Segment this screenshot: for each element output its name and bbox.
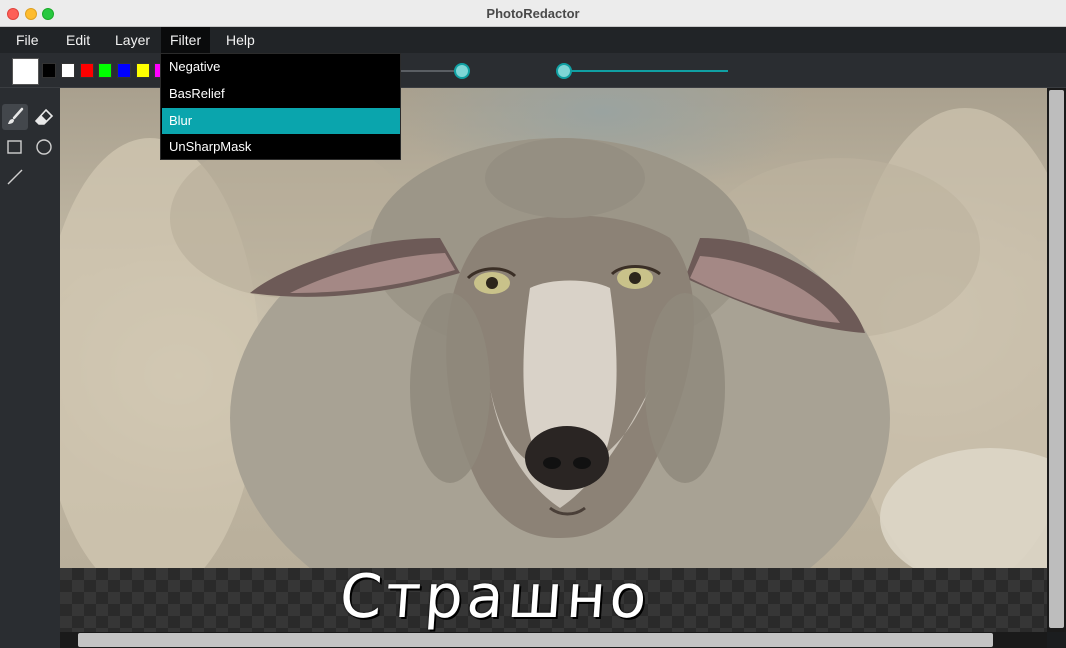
- brush-icon: [8, 107, 24, 124]
- horizontal-scrollbar[interactable]: [60, 632, 1047, 648]
- menu-filter[interactable]: Filter: [161, 27, 211, 53]
- color-swatch-green[interactable]: [98, 63, 112, 78]
- color-swatch-blue[interactable]: [117, 63, 131, 78]
- opacity-slider-track: [566, 70, 728, 72]
- window-title: PhotoRedactor: [486, 6, 580, 21]
- rectangle-icon: [7, 140, 22, 154]
- image-canvas[interactable]: Страшно: [60, 88, 1047, 632]
- menu-bar: File Edit Layer Filter Help: [0, 27, 1066, 53]
- filter-basrelief-item[interactable]: BasRelief: [162, 81, 400, 107]
- horizontal-scrollbar-thumb[interactable]: [78, 633, 993, 647]
- brush-size-slider-handle[interactable]: [454, 63, 470, 79]
- ellipse-icon: [36, 139, 52, 155]
- line-tool[interactable]: [2, 164, 28, 190]
- ellipse-tool[interactable]: [31, 134, 57, 160]
- color-swatch-yellow[interactable]: [136, 63, 150, 78]
- tools-panel: [0, 88, 60, 648]
- eraser-icon: [34, 108, 54, 125]
- title-bar: PhotoRedactor: [0, 0, 1066, 27]
- color-swatch-red[interactable]: [80, 63, 94, 78]
- line-icon: [7, 169, 23, 185]
- filter-blur-item[interactable]: Blur: [162, 108, 400, 134]
- current-color-swatch[interactable]: [12, 58, 39, 85]
- menu-help[interactable]: Help: [217, 27, 264, 53]
- filter-negative-item[interactable]: Negative: [162, 54, 400, 80]
- wolf-sheep-illustration: [60, 108, 1047, 568]
- vertical-scrollbar-thumb[interactable]: [1049, 90, 1064, 628]
- color-swatch-black[interactable]: [42, 63, 56, 78]
- menu-file[interactable]: File: [7, 27, 48, 53]
- menu-edit[interactable]: Edit: [57, 27, 99, 53]
- photo-image: [60, 88, 1047, 568]
- brush-size-slider-track: [401, 70, 461, 72]
- eraser-tool[interactable]: [31, 104, 57, 130]
- filter-unsharpmask-item[interactable]: UnSharpMask: [162, 134, 400, 160]
- color-swatch-white[interactable]: [61, 63, 75, 78]
- brush-tool[interactable]: [2, 104, 28, 130]
- menu-layer[interactable]: Layer: [106, 27, 159, 53]
- rectangle-tool[interactable]: [2, 134, 28, 160]
- filter-dropdown-menu: Negative BasRelief Blur UnSharpMask: [160, 53, 401, 160]
- opacity-slider-handle[interactable]: [556, 63, 572, 79]
- vertical-scrollbar[interactable]: [1047, 88, 1066, 632]
- canvas-caption-text: Страшно: [337, 562, 653, 632]
